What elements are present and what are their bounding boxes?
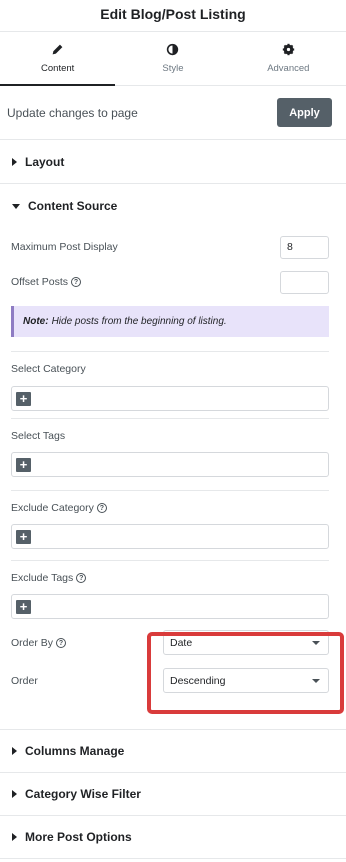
offset-label-wrap: Offset Posts? — [11, 276, 81, 288]
section-content-source[interactable]: Content Source — [0, 184, 346, 228]
caret-right-icon — [12, 833, 17, 841]
max-post-row: Maximum Post Display — [11, 232, 329, 262]
order-by-value: Date — [170, 636, 193, 649]
plus-icon[interactable]: + — [16, 391, 31, 406]
offset-label: Offset Posts — [11, 276, 68, 288]
plus-icon[interactable]: + — [16, 529, 31, 544]
exclude-tags-label: Exclude Tags — [11, 572, 74, 584]
tab-style-label: Style — [162, 63, 184, 74]
exclude-tags-field[interactable]: + — [11, 594, 329, 619]
select-category-label: Select Category — [11, 363, 86, 375]
tab-content-label: Content — [41, 63, 75, 74]
panel-title: Edit Blog/Post Listing — [0, 0, 346, 32]
help-icon[interactable]: ? — [76, 573, 87, 584]
tab-advanced-label: Advanced — [267, 63, 310, 74]
help-icon[interactable]: ? — [71, 277, 81, 288]
order-by-row: Order By? Date — [11, 630, 329, 655]
help-icon[interactable]: ? — [96, 503, 107, 514]
order-by-select[interactable]: Date — [163, 630, 329, 655]
order-by-label-wrap: Order By? — [11, 636, 67, 649]
note-text: Hide posts from the beginning of listing… — [51, 316, 227, 327]
help-icon[interactable]: ? — [56, 637, 67, 648]
note-bold: Note: — [23, 316, 49, 327]
section-more-post-options[interactable]: More Post Options — [0, 816, 346, 859]
gear-icon — [282, 43, 294, 56]
apply-row: Update changes to page Apply — [0, 86, 346, 140]
chevron-down-icon — [312, 640, 320, 645]
chevron-down-icon — [312, 678, 320, 683]
offset-row: Offset Posts? — [11, 269, 329, 295]
order-by-label: Order By — [11, 636, 54, 649]
order-row: Order Descending — [11, 668, 329, 693]
order-select[interactable]: Descending — [163, 668, 329, 693]
tab-advanced[interactable]: Advanced — [231, 32, 346, 85]
exclude-tags-label-wrap: Exclude Tags? — [11, 572, 329, 585]
apply-row-label: Update changes to page — [7, 105, 138, 120]
divider — [11, 418, 329, 419]
exclude-category-label: Exclude Category — [11, 502, 94, 514]
note-box: Note: Hide posts from the beginning of l… — [11, 306, 329, 337]
max-post-input[interactable] — [280, 235, 329, 259]
select-category-field[interactable]: + — [11, 386, 329, 411]
offset-input[interactable] — [280, 270, 329, 294]
section-category-filter-label: Category Wise Filter — [25, 787, 141, 801]
caret-down-icon — [12, 203, 20, 209]
divider — [11, 560, 329, 561]
tab-style[interactable]: Style — [115, 32, 230, 85]
order-label: Order — [11, 674, 38, 687]
section-columns-manage[interactable]: Columns Manage — [0, 730, 346, 773]
apply-button[interactable]: Apply — [277, 98, 332, 127]
tab-content[interactable]: Content — [0, 32, 116, 86]
plus-icon[interactable]: + — [16, 599, 31, 614]
select-tags-label: Select Tags — [11, 430, 66, 442]
section-content-source-label: Content Source — [28, 199, 118, 213]
pencil-icon — [52, 44, 63, 55]
section-category-filter[interactable]: Category Wise Filter — [0, 773, 346, 816]
exclude-category-label-wrap: Exclude Category? — [11, 502, 329, 515]
section-more-post-options-label: More Post Options — [25, 830, 132, 844]
caret-right-icon — [12, 747, 17, 755]
divider — [11, 351, 329, 352]
order-value: Descending — [170, 674, 226, 687]
plus-icon[interactable]: + — [16, 457, 31, 472]
tab-bar: Content Style Advanced — [0, 32, 346, 86]
divider — [11, 490, 329, 491]
caret-right-icon — [12, 790, 17, 798]
section-layout-label: Layout — [25, 154, 65, 169]
max-post-label: Maximum Post Display — [11, 241, 118, 253]
exclude-category-field[interactable]: + — [11, 524, 329, 549]
section-layout[interactable]: Layout — [0, 140, 346, 184]
contrast-icon — [167, 43, 179, 56]
select-tags-field[interactable]: + — [11, 452, 329, 477]
section-columns-manage-label: Columns Manage — [25, 744, 125, 758]
content-source-body: Maximum Post Display Offset Posts? Note:… — [0, 232, 346, 693]
caret-right-icon — [12, 157, 17, 166]
